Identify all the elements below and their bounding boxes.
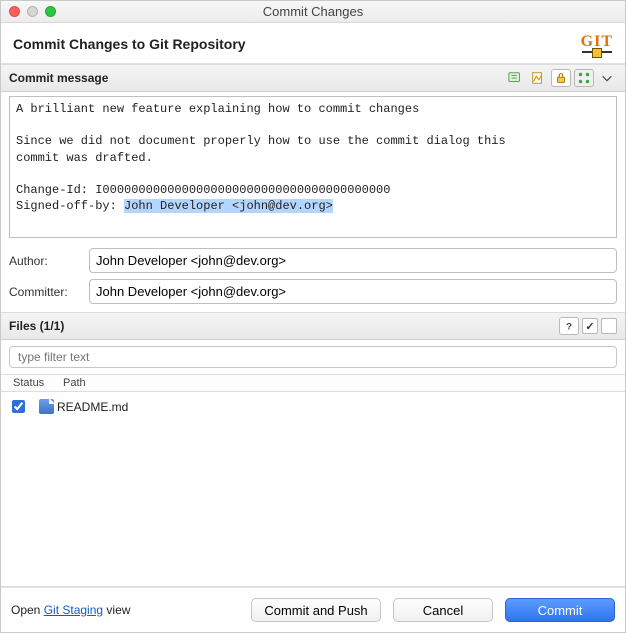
file-list[interactable]: README.md — [1, 392, 625, 587]
git-logo: GIT — [581, 33, 613, 55]
selected-text[interactable]: John Developer <john@dev.org> — [124, 199, 333, 213]
window-title: Commit Changes — [1, 4, 625, 19]
files-section: Files (1/1) ? Status Path README.md — [1, 312, 625, 587]
committer-label: Committer: — [9, 285, 81, 299]
committer-row: Committer: — [9, 279, 617, 304]
commit-toolbar — [505, 69, 617, 87]
column-path[interactable]: Path — [63, 377, 625, 389]
author-row: Author: — [9, 248, 617, 273]
files-label: Files (1/1) — [9, 319, 64, 333]
filter-input[interactable] — [9, 346, 617, 368]
file-path: README.md — [57, 400, 128, 414]
select-all-button[interactable] — [582, 318, 598, 334]
svg-text:?: ? — [566, 322, 572, 333]
commit-message-label: Commit message — [9, 71, 108, 85]
file-list-header: Status Path — [1, 374, 625, 392]
files-section-bar: Files (1/1) ? — [1, 312, 625, 340]
author-input[interactable] — [89, 248, 617, 273]
file-icon — [39, 399, 54, 414]
commit-message-area: A brilliant new feature explaining how t… — [1, 92, 625, 242]
help-icon[interactable]: ? — [559, 317, 579, 335]
commit-message-input[interactable]: A brilliant new feature explaining how t… — [9, 96, 617, 238]
file-checkbox[interactable] — [12, 400, 25, 413]
signoff-icon[interactable] — [528, 69, 548, 87]
author-label: Author: — [9, 254, 81, 268]
git-logo-graphic — [582, 49, 612, 55]
committer-input[interactable] — [89, 279, 617, 304]
cancel-button[interactable]: Cancel — [393, 598, 493, 622]
page-title: Commit Changes to Git Repository — [13, 36, 246, 52]
commit-message-text[interactable]: A brilliant new feature explaining how t… — [10, 97, 616, 237]
amend-icon[interactable] — [505, 69, 525, 87]
header: Commit Changes to Git Repository GIT — [1, 23, 625, 64]
files-toolbar: ? — [559, 317, 617, 335]
lock-icon[interactable] — [551, 69, 571, 87]
table-row[interactable]: README.md — [1, 396, 625, 417]
git-staging-link[interactable]: Git Staging — [44, 603, 103, 617]
commit-button[interactable]: Commit — [505, 598, 615, 622]
column-status[interactable]: Status — [1, 377, 63, 389]
footer: Open Git Staging view Commit and Push Ca… — [1, 587, 625, 632]
commit-and-push-button[interactable]: Commit and Push — [251, 598, 381, 622]
changeid-icon[interactable] — [574, 69, 594, 87]
open-staging-text: Open Git Staging view — [11, 603, 130, 617]
chevron-down-icon[interactable] — [597, 69, 617, 87]
commit-dialog: Commit Changes Commit Changes to Git Rep… — [0, 0, 626, 633]
titlebar: Commit Changes — [1, 1, 625, 23]
commit-message-section-bar: Commit message — [1, 64, 625, 92]
deselect-all-button[interactable] — [601, 318, 617, 334]
